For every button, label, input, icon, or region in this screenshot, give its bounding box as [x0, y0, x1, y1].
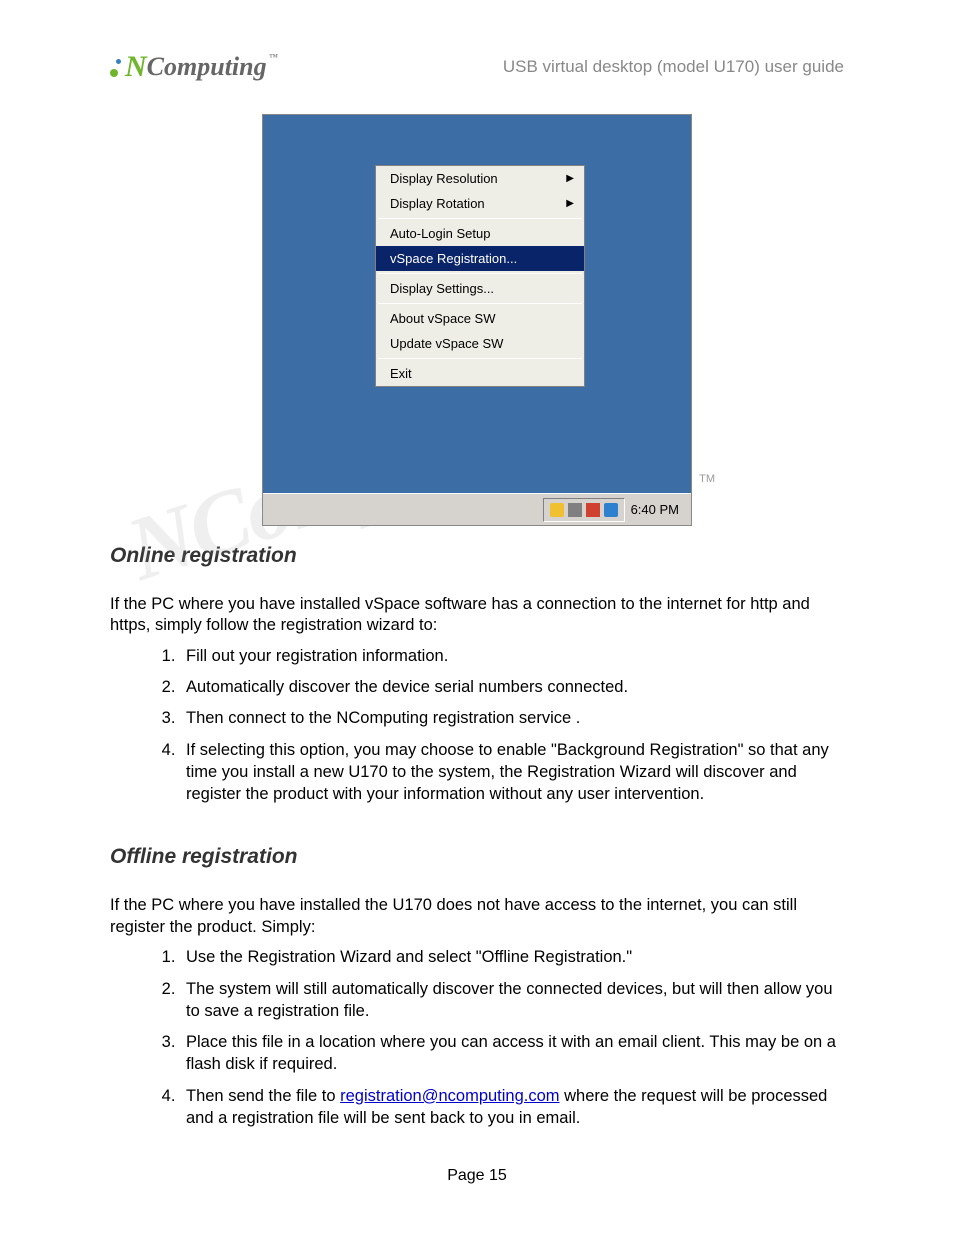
- chevron-right-icon: ▶: [566, 198, 574, 209]
- menu-item-label: Exit: [390, 366, 412, 381]
- list-item: The system will still automatically disc…: [180, 978, 844, 1023]
- page-footer: Page 15: [0, 1167, 954, 1185]
- menu-item-label: Update vSpace SW: [390, 336, 503, 351]
- document-title: USB virtual desktop (model U170) user gu…: [503, 57, 844, 77]
- list-item: Use the Registration Wizard and select "…: [180, 946, 844, 968]
- tray-network-icon[interactable]: [568, 503, 582, 517]
- online-registration-intro: If the PC where you have installed vSpac…: [110, 594, 844, 637]
- list-item: Automatically discover the device serial…: [180, 676, 844, 698]
- tray-close-icon[interactable]: [586, 503, 600, 517]
- list-item: If selecting this option, you may choose…: [180, 739, 844, 806]
- context-menu: Display Resolution ▶ Display Rotation ▶ …: [375, 165, 585, 387]
- menu-auto-login-setup[interactable]: Auto-Login Setup: [376, 221, 584, 246]
- list-item: Then connect to the NComputing registrat…: [180, 707, 844, 729]
- menu-item-label: vSpace Registration...: [390, 251, 517, 266]
- online-registration-steps: Fill out your registration information. …: [180, 645, 844, 806]
- online-registration-heading: Online registration: [110, 544, 844, 568]
- menu-vspace-registration[interactable]: vSpace Registration...: [376, 246, 584, 271]
- menu-item-label: Display Resolution: [390, 171, 498, 186]
- menu-display-rotation[interactable]: Display Rotation ▶: [376, 191, 584, 216]
- step-text: Then send the file to: [186, 1087, 340, 1105]
- tray-app-icon[interactable]: [604, 503, 618, 517]
- offline-registration-heading: Offline registration: [110, 845, 844, 869]
- taskbar-clock: 6:40 PM: [625, 502, 685, 517]
- menu-item-label: Display Settings...: [390, 281, 494, 296]
- list-item: Fill out your registration information.: [180, 645, 844, 667]
- windows-taskbar: 6:40 PM: [263, 493, 691, 525]
- menu-separator: [378, 303, 582, 304]
- menu-item-label: About vSpace SW: [390, 311, 496, 326]
- menu-display-resolution[interactable]: Display Resolution ▶: [376, 166, 584, 191]
- offline-registration-steps: Use the Registration Wizard and select "…: [180, 946, 844, 1129]
- menu-separator: [378, 273, 582, 274]
- offline-registration-intro: If the PC where you have installed the U…: [110, 895, 844, 938]
- trademark-label: TM: [699, 473, 715, 485]
- menu-about-vspace[interactable]: About vSpace SW: [376, 306, 584, 331]
- menu-separator: [378, 218, 582, 219]
- menu-item-label: Auto-Login Setup: [390, 226, 490, 241]
- menu-separator: [378, 358, 582, 359]
- menu-exit[interactable]: Exit: [376, 361, 584, 386]
- menu-display-settings[interactable]: Display Settings...: [376, 276, 584, 301]
- screenshot-container: Display Resolution ▶ Display Rotation ▶ …: [110, 114, 844, 526]
- page-header: NComputing™ USB virtual desktop (model U…: [110, 50, 844, 84]
- registration-email-link[interactable]: registration@ncomputing.com: [340, 1087, 559, 1105]
- desktop-screenshot: Display Resolution ▶ Display Rotation ▶ …: [262, 114, 692, 526]
- menu-update-vspace[interactable]: Update vSpace SW: [376, 331, 584, 356]
- list-item: Place this file in a location where you …: [180, 1031, 844, 1076]
- ncomputing-logo: NComputing™: [110, 50, 278, 84]
- system-tray: [543, 498, 625, 522]
- tray-shield-icon[interactable]: [550, 503, 564, 517]
- chevron-right-icon: ▶: [566, 173, 574, 184]
- menu-item-label: Display Rotation: [390, 196, 485, 211]
- list-item: Then send the file to registration@ncomp…: [180, 1085, 844, 1130]
